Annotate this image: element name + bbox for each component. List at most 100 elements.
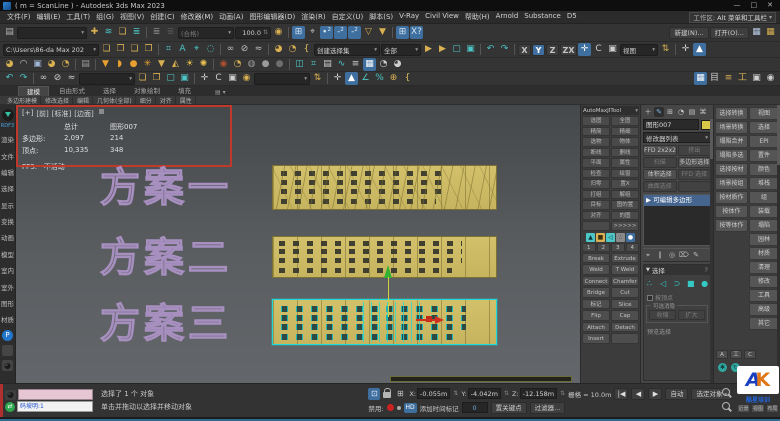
menu-item[interactable]: 修改器(M) [178,12,217,22]
automax-poly-button[interactable]: Break [582,252,610,263]
menu-item[interactable]: D5 [564,12,580,22]
film-icon[interactable]: ▤ [79,58,92,71]
ribbon-subtab[interactable]: 修改选择 [42,95,74,105]
coordinate-field[interactable]: Z: -12.158m ⇅ [512,388,565,399]
plugin-button[interactable]: 修改 [749,275,779,288]
automax-poly-button[interactable]: Detach [611,321,639,332]
dock-item-室外[interactable]: 室外 [1,282,14,292]
rect-select-icon[interactable]: ▢ [450,43,463,56]
coordinate-field[interactable]: X: -0.055m ⇅ [409,388,458,399]
move-icon[interactable]: ✛ [578,43,591,56]
window-icon[interactable]: ▣ [750,72,763,85]
xview-icon[interactable]: ∙² [320,26,333,39]
menu-item[interactable]: Substance [521,12,564,22]
add-time-tag-label[interactable]: 添加时间标记 [420,403,459,413]
automax-poly-button[interactable]: 标记 [582,298,610,309]
menu-item[interactable]: 自定义(U) [329,12,367,22]
automax-poly-button[interactable]: Cut [611,287,639,298]
teapot-icon[interactable]: ◔ [59,58,72,71]
coordinate-value[interactable]: -4.042m [467,388,501,399]
automax-button[interactable]: 绘窗 [611,168,639,178]
layer-dropdown[interactable]: (合格) ▾ [178,26,234,39]
vertex-subobject-icon[interactable]: ∴ [644,278,655,289]
automax-button[interactable]: 归零 [582,179,610,189]
plugin-button[interactable]: 塌陷合并 [715,135,748,148]
plugin-button[interactable]: 材质 [749,247,779,260]
automax-number-button[interactable]: 2 [596,242,610,252]
play-button[interactable]: ▶ [648,387,663,400]
automax-button[interactable] [582,221,610,231]
plugin-button[interactable]: 选择转换 [715,107,748,120]
lock-selection-icon[interactable] [383,388,392,398]
circle-select-icon[interactable]: ◌ [204,43,217,56]
teapot-icon[interactable]: ◔ [286,43,299,56]
select-icon[interactable]: ❐ [142,43,155,56]
ribbon-tab-选择[interactable]: 选择 [95,86,124,96]
listener-field[interactable]: 码坡明:1 [17,401,93,412]
cone-icon[interactable]: ▼ [376,26,389,39]
ribbon-overflow-icon[interactable]: ▤ ▾ [215,89,226,96]
automax-button[interactable]: 目标 [582,200,610,210]
automax-poly-button[interactable] [611,333,639,344]
automax-button[interactable]: 检查 [582,168,610,178]
zoom-extents-icon[interactable] [722,402,730,410]
snap-grid-icon[interactable]: ⊞ [396,26,409,39]
axis-y-button[interactable]: Y [532,43,545,56]
configure-sets-icon[interactable]: ✎ [691,250,701,260]
tool-icon[interactable]: 工 [736,72,749,85]
coordinate-value[interactable]: -12.158m [519,388,558,399]
modifier-button[interactable]: 体积选择 [643,169,677,180]
set-key-button[interactable]: 置关键点 [490,401,527,414]
plugin-button[interactable]: 选择 [749,121,779,134]
pin-stack-icon[interactable]: ⌖ [643,250,653,260]
save-icon[interactable]: ▦ [750,26,763,39]
layer-icon[interactable]: ≣ [150,26,163,39]
polygon-subobject-icon[interactable]: ■ [685,278,696,289]
coordinate-value[interactable]: -0.055m [417,388,451,399]
automax-button[interactable]: 打组 [582,189,610,199]
rotate-icon[interactable]: C [212,72,225,85]
maximize-button[interactable]: □ [751,0,758,11]
array-icon[interactable]: ⌗ [307,58,320,71]
plugin-button[interactable]: 塌陷多选 [715,149,748,162]
plugin-button[interactable]: 按等体作 [715,219,748,232]
display-icon[interactable]: 目 [708,72,721,85]
macro-recorder-field[interactable] [18,389,93,400]
automax-button[interactable]: 断线 [582,147,610,157]
plugin-button[interactable]: 场景按组 [715,177,748,190]
dock-item-模型[interactable]: 模型 [1,249,14,259]
layer-list-icon[interactable]: ≣ [130,26,143,39]
isolate-selection-icon[interactable]: ⊡ [368,387,381,400]
menu-item[interactable]: 动画(A) [216,12,246,22]
selection-filter-dropdown[interactable]: 全部 ▾ [381,43,421,56]
select-icon[interactable]: ❏ [136,72,149,85]
poly-icon[interactable]: ▲ [586,232,595,242]
automax-poly-button[interactable]: Flip [582,310,610,321]
sun-positioner-icon[interactable]: ✺ [197,58,210,71]
modifier-stack[interactable]: ▶ 可编辑多边形 [643,194,711,246]
automax-poly-button[interactable]: T Weld [611,264,639,275]
layer-icon[interactable]: ≣ [164,26,177,39]
plugin-logo-icon[interactable]: P [2,329,13,341]
plugin-button[interactable]: 视图 [749,107,779,120]
teapot-icon[interactable]: ◕ [2,359,13,371]
previous-frame-button[interactable]: ◀ [631,387,646,400]
ribbon-subtab[interactable]: 细分 [137,95,156,105]
layer-select-icon[interactable]: ❏ [116,26,129,39]
project-path-dropdown[interactable]: C:\Users\86-da Max 202 ▾ [3,43,99,56]
element-subobject-icon[interactable]: ● [699,278,710,289]
selection-group-button[interactable]: 扩大 [678,310,705,320]
rotate-icon[interactable]: C [592,43,605,56]
manipulate-icon[interactable]: ✛ [331,72,344,85]
minimize-button[interactable]: — [734,0,741,11]
spotlight-icon[interactable]: ▼ [99,58,112,71]
area-light-icon[interactable]: ◭ [169,58,182,71]
plugin-button[interactable]: 场景转换 [715,121,748,134]
record-dot-icon[interactable] [386,404,394,411]
ring-dot-icon[interactable] [396,405,401,410]
ribbon-subtab[interactable]: 编辑 [74,95,94,105]
crossing-icon[interactable]: ▣ [178,72,191,85]
automax-button[interactable]: 选图 [582,116,610,126]
move-icon[interactable]: ✛ [198,72,211,85]
open-button[interactable]: 打开(O)... [709,26,749,39]
